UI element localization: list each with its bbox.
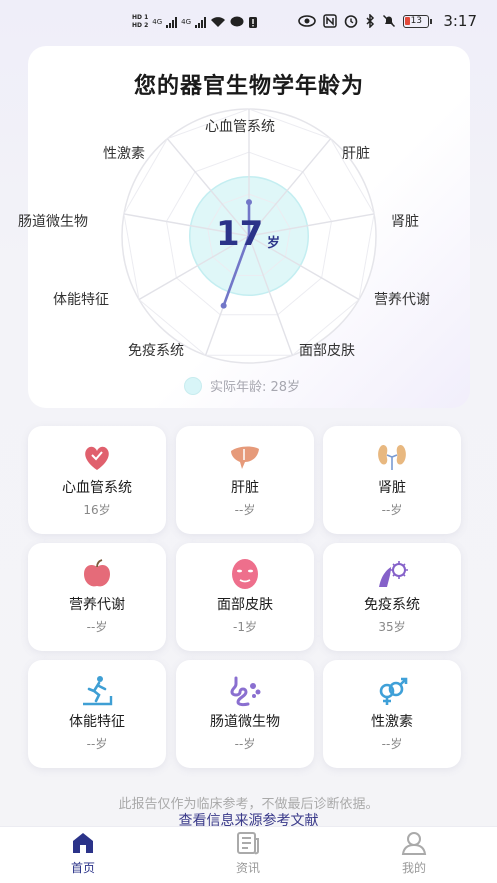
status-left: HD 1 HD 2 4G 4G — [132, 14, 258, 30]
organ-tile-fitness[interactable]: 体能特征 --岁 — [28, 660, 166, 768]
eye-icon — [298, 15, 317, 27]
treadmill-icon — [83, 676, 113, 706]
organ-tile-metabolism[interactable]: 营养代谢 --岁 — [28, 543, 166, 651]
profile-icon — [401, 832, 427, 855]
organ-tile-liver[interactable]: 肝脏 --岁 — [176, 426, 314, 534]
organ-name: 面部皮肤 — [217, 597, 273, 613]
axis-label-fitness: 体能特征 — [53, 292, 109, 308]
axis-label-liver: 肝脏 — [342, 146, 370, 162]
signal2-icon — [195, 16, 207, 28]
axis-label-gut: 肠道微生物 — [18, 214, 88, 230]
nav-mine-label: 我的 — [401, 861, 426, 875]
nfc-icon — [323, 14, 338, 28]
battery-icon: 13 — [403, 14, 433, 28]
organ-tile-hormone[interactable]: 性激素 --岁 — [323, 660, 461, 768]
kidney-icon — [378, 444, 406, 470]
axis-label-cardiovascular: 心血管系统 — [205, 119, 275, 135]
organ-name: 体能特征 — [69, 714, 125, 730]
bio-age-value: 17 — [216, 214, 264, 254]
mute-icon — [383, 14, 396, 28]
signal1-icon — [166, 16, 178, 28]
radar-value-point-0 — [246, 199, 252, 206]
organ-age: --岁 — [86, 737, 108, 751]
hd1-badge: HD 1 — [132, 14, 149, 21]
axis-label-skin: 面部皮肤 — [299, 343, 355, 359]
chat-icon — [230, 16, 244, 27]
gender-icon — [379, 677, 408, 705]
liver-icon — [231, 446, 259, 469]
alarm-icon — [345, 15, 358, 28]
bio-age-unit: 岁 — [267, 236, 281, 251]
nav-news[interactable]: 资讯 — [208, 831, 288, 876]
organ-name: 免疫系统 — [364, 597, 420, 613]
organ-tile-kidney[interactable]: 肾脏 --岁 — [323, 426, 461, 534]
organ-age: -1岁 — [233, 620, 257, 634]
axis-label-hormone: 性激素 — [103, 146, 145, 162]
organ-age: --岁 — [381, 503, 403, 517]
network1-label: 4G — [152, 18, 163, 26]
immune-icon — [379, 561, 408, 587]
nav-home[interactable]: 首页 — [43, 831, 123, 876]
bluetooth-icon — [366, 14, 375, 28]
radar-value-point-5 — [220, 302, 227, 309]
apple-icon — [84, 559, 110, 587]
wifi-icon — [211, 17, 226, 27]
organ-name: 性激素 — [371, 714, 413, 730]
organ-name: 心血管系统 — [62, 480, 132, 496]
axis-label-kidney: 肾脏 — [391, 214, 419, 230]
bottom-nav: 首页 资讯 我的 — [0, 826, 497, 883]
organ-age: --岁 — [381, 737, 403, 751]
actual-age-label: 实际年龄: 28岁 — [210, 380, 301, 395]
organ-name: 营养代谢 — [69, 597, 125, 613]
status-right: 13 3:17 — [298, 12, 477, 30]
network2-label: 4G — [181, 18, 192, 26]
organ-tile-immune[interactable]: 免疫系统 35岁 — [323, 543, 461, 651]
organ-tile-gut[interactable]: 肠道微生物 --岁 — [176, 660, 314, 768]
organ-name: 肾脏 — [378, 480, 406, 496]
organ-name: 肠道微生物 — [210, 714, 280, 730]
organ-age: --岁 — [234, 737, 256, 751]
organ-age: --岁 — [86, 620, 108, 634]
radar-card: 您的器官生物学年龄为 心血管系统 肝脏 肾脏 营养代谢 面部皮肤 免疫系统 体能… — [18, 46, 470, 408]
organ-name: 肝脏 — [231, 480, 259, 496]
nav-home-label: 首页 — [70, 861, 95, 875]
nav-mine[interactable]: 我的 — [374, 831, 454, 876]
face-mask-icon — [232, 559, 258, 589]
heart-icon — [85, 446, 109, 470]
clock-time: 3:17 — [443, 12, 477, 30]
actual-age-swatch — [184, 376, 202, 395]
organ-tile-cardiovascular[interactable]: 心血管系统 16岁 — [28, 426, 166, 534]
status-bar: HD 1 HD 2 4G 4G 13 3:17 — [0, 0, 497, 40]
organ-age: --岁 — [234, 503, 256, 517]
hd-badges: HD 1 HD 2 — [132, 14, 148, 30]
hd2-badge: HD 2 — [132, 22, 149, 29]
intestine-icon — [230, 676, 261, 707]
alert-icon — [249, 16, 258, 28]
organ-age: 35岁 — [378, 620, 406, 634]
battery-level: 13 — [403, 14, 430, 28]
actual-age-legend: 实际年龄: 28岁 — [184, 376, 300, 395]
home-icon — [73, 833, 93, 853]
nav-news-label: 资讯 — [235, 861, 260, 875]
organ-age: 16岁 — [83, 503, 111, 517]
organ-tile-skin[interactable]: 面部皮肤 -1岁 — [176, 543, 314, 651]
news-icon — [237, 832, 259, 855]
axis-label-immune: 免疫系统 — [128, 343, 184, 359]
axis-label-metabolism: 营养代谢 — [374, 292, 430, 308]
